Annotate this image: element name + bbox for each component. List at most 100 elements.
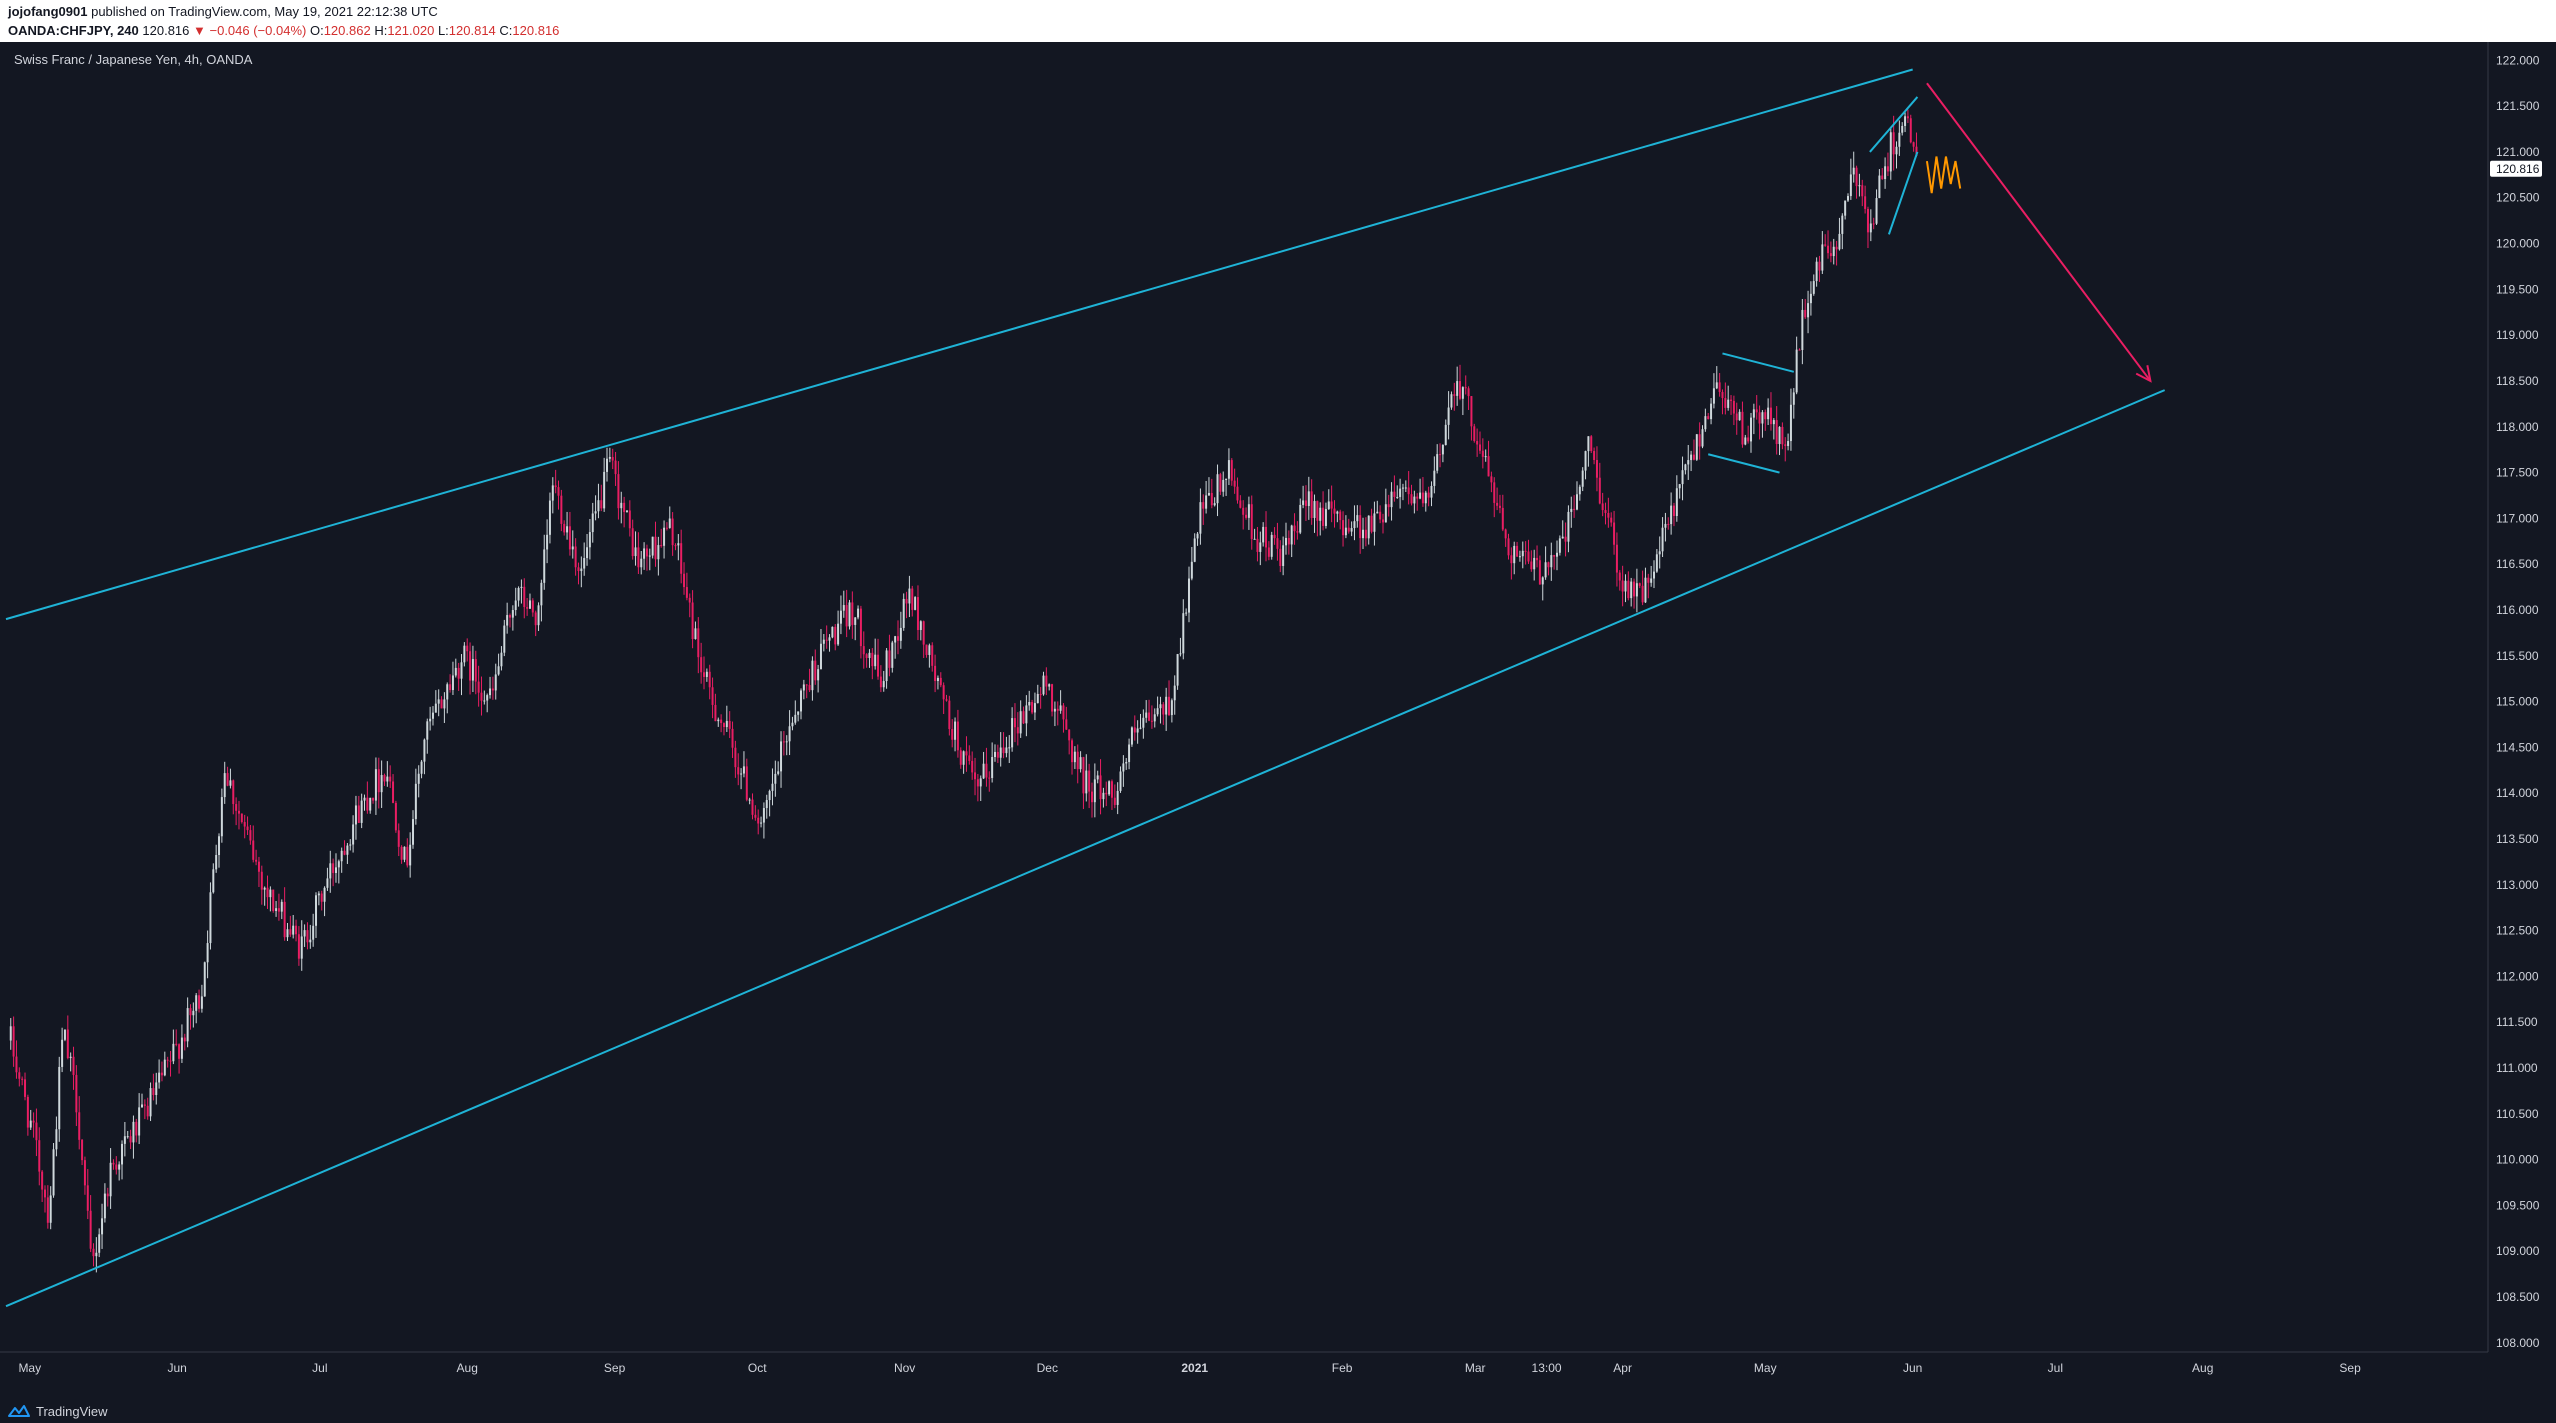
channel-upper-line[interactable] <box>5 68 1913 621</box>
candle-body <box>757 817 760 824</box>
candle-body <box>494 674 497 691</box>
candle-body <box>1056 708 1059 711</box>
candle-body <box>414 783 417 820</box>
channel-lower-line[interactable] <box>5 389 2166 1308</box>
candle-body <box>828 637 831 641</box>
candle-body <box>1769 407 1772 425</box>
candle-body <box>902 598 905 628</box>
candle-body <box>1153 714 1156 722</box>
candle-body <box>1912 142 1915 147</box>
candle-body <box>95 1252 98 1257</box>
candle-body <box>1045 675 1048 687</box>
price-tick-label: 111.500 <box>2496 1015 2538 1029</box>
candle-body <box>1222 479 1225 492</box>
candle-body <box>506 615 509 626</box>
candle-body <box>1538 560 1541 585</box>
candle-body <box>1073 751 1076 763</box>
price-tick-label: 113.500 <box>2496 832 2539 846</box>
candle-body <box>985 763 988 778</box>
candle-body <box>1866 208 1869 233</box>
candle-body <box>1116 790 1119 805</box>
price-tick-label: 110.000 <box>2496 1153 2539 1167</box>
chart-area[interactable]: 108.000 108.500 109.000 109.500 110.000 110.5… <box>0 42 2556 1397</box>
tradingview-logo[interactable]: TradingView <box>8 1402 108 1420</box>
candle-body <box>18 1072 21 1079</box>
candle-body <box>383 775 386 782</box>
candle-body <box>1470 396 1473 427</box>
candle-body <box>517 587 520 601</box>
candle-body <box>685 587 688 598</box>
time-tick-label: Jul <box>2048 1361 2063 1375</box>
candle-body <box>483 700 486 702</box>
time-tick-label: Nov <box>894 1361 915 1375</box>
candle-body <box>1062 705 1065 720</box>
candle-body <box>1718 382 1721 392</box>
candle-body <box>180 1037 183 1059</box>
candle-body <box>768 790 771 801</box>
candle-body <box>1279 548 1282 566</box>
candle-body <box>1752 409 1755 418</box>
candle-body <box>531 600 534 613</box>
candle-body <box>1225 478 1228 480</box>
forecast-arrow-line[interactable] <box>1926 82 2152 382</box>
candle-body <box>862 646 865 655</box>
candle-body <box>286 929 289 938</box>
candle-body <box>1076 751 1079 770</box>
candle-body <box>500 652 503 667</box>
projection-zigzag[interactable] <box>1925 156 1962 194</box>
candle-body <box>1202 502 1205 509</box>
candle-body <box>1085 770 1088 794</box>
candle-body <box>289 929 292 935</box>
candle-body <box>1524 550 1527 552</box>
candle-body <box>1872 223 1875 225</box>
candle-body <box>1604 510 1607 513</box>
candle-body <box>1501 507 1504 530</box>
candle-body <box>1367 515 1370 539</box>
author-name[interactable]: jojofang0901 <box>8 4 87 19</box>
candle-body <box>1473 426 1476 441</box>
candle-body <box>694 628 697 639</box>
time-tick-label: Oct <box>748 1361 767 1375</box>
candle-body <box>854 617 857 625</box>
time-tick-label: Jul <box>312 1361 327 1375</box>
candle-body <box>152 1088 155 1095</box>
candle-body <box>1650 578 1653 583</box>
candle-body <box>568 526 571 550</box>
candle-body <box>631 528 634 557</box>
candle-body <box>1758 412 1761 424</box>
candle-body <box>81 1139 84 1161</box>
candle-body <box>996 751 999 758</box>
price-tick-label: 115.000 <box>2496 695 2539 709</box>
candle-body <box>1304 500 1307 507</box>
candle-body <box>845 605 848 627</box>
candle-body <box>988 777 991 779</box>
candle-body <box>668 518 671 528</box>
candle-body <box>1019 711 1022 734</box>
candle-body <box>1031 701 1034 713</box>
candle-body <box>1653 571 1656 579</box>
candle-body <box>1727 399 1730 408</box>
candle-body <box>982 763 985 779</box>
candle-body <box>1113 797 1116 805</box>
candle-body <box>412 819 415 845</box>
candle-body <box>1892 132 1895 155</box>
candle-body <box>1667 523 1670 525</box>
candle-body <box>993 751 996 758</box>
candle-body <box>725 720 728 728</box>
candle-body <box>1239 500 1242 508</box>
candle-body <box>1624 580 1627 592</box>
candle-body <box>708 671 711 688</box>
pennant-lower-line[interactable] <box>1707 453 1780 474</box>
candle-body <box>218 836 221 855</box>
candle-body <box>149 1088 152 1117</box>
time-axis[interactable]: May Jun Jul Aug Sep Oct Nov Dec 2021 Feb Mar 13:00 A… <box>18 1361 2361 1375</box>
candle-body <box>1219 474 1222 492</box>
candle-body <box>680 543 683 574</box>
pennant-upper-line[interactable] <box>1722 352 1795 373</box>
drawings-group[interactable] <box>5 68 2166 1308</box>
chart-canvas[interactable]: 108.000 108.500 109.000 109.500 110.000 110.5… <box>0 42 2556 1397</box>
candle-body <box>705 671 708 677</box>
price-axis[interactable]: 108.000 108.500 109.000 109.500 110.000 110.5… <box>2496 53 2540 1350</box>
candle-body <box>272 889 275 911</box>
candle-body <box>1530 561 1533 570</box>
